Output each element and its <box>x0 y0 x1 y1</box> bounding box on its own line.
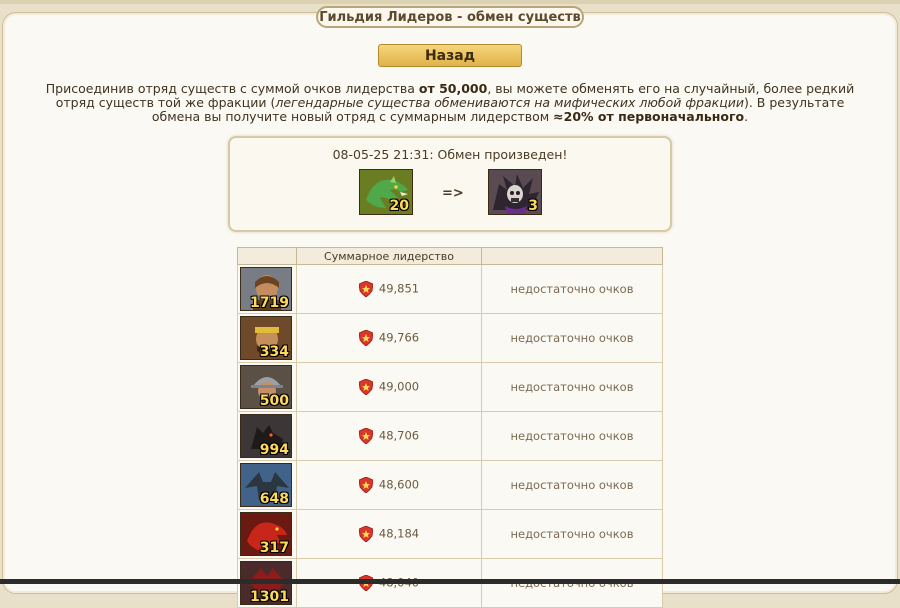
hellhound-unit-icon[interactable]: 994 <box>240 414 292 458</box>
page-title: Гильдия Лидеров - обмен существ <box>316 6 584 28</box>
description-bold-1: от 50,000 <box>418 81 488 96</box>
unit-cell: 648 <box>237 460 297 510</box>
leadership-shield-icon <box>358 428 373 444</box>
exchange-description: Присоединив отряд существ с суммой очков… <box>30 82 870 124</box>
unit-count: 994 <box>259 442 289 458</box>
unit-count: 334 <box>259 344 289 360</box>
description-italic: легендарные существа обмениваются на миф… <box>275 95 744 110</box>
footman-unit-icon[interactable]: 500 <box>240 365 292 409</box>
unit-cell: 500 <box>237 362 297 412</box>
leadership-cell: 48,600 <box>296 460 482 510</box>
exchange-result-text: 08-05-25 21:31: Обмен произведен! <box>332 147 568 162</box>
status-cell: недостаточно очков <box>481 509 663 559</box>
leadership-shield-icon <box>358 379 373 395</box>
status-cell: недостаточно очков <box>481 313 663 363</box>
status-cell: недостаточно очков <box>481 411 663 461</box>
gargoyle-unit-icon[interactable]: 648 <box>240 463 292 507</box>
table-row: 648 48,600 недостаточно очков <box>237 460 663 510</box>
table-row: 1719 49,851 недостаточно очков <box>237 264 663 314</box>
description-text-1: Присоединив отряд существ с суммой очков… <box>45 81 419 96</box>
leadership-cell: 48,706 <box>296 411 482 461</box>
header-status <box>481 247 663 265</box>
leadership-shield-icon <box>358 526 373 542</box>
exchange-result-box: 08-05-25 21:31: Обмен произведен! 20 => … <box>228 136 672 232</box>
status-cell: недостаточно очков <box>481 460 663 510</box>
green-dragon-icon[interactable]: 20 <box>359 169 413 215</box>
status-cell: недостаточно очков <box>481 362 663 412</box>
leadership-value: 49,766 <box>378 330 420 345</box>
units-table: Суммарное лидерство 1719 49,851 недостат… <box>237 247 663 608</box>
unit-count: 317 <box>259 540 289 556</box>
unit-count: 500 <box>259 393 289 409</box>
table-row: 500 49,000 недостаточно очков <box>237 362 663 412</box>
from-count: 20 <box>389 198 409 214</box>
bone-dragon-icon[interactable]: 3 <box>488 169 542 215</box>
unit-cell: 1719 <box>237 264 297 314</box>
leadership-cell: 49,851 <box>296 264 482 314</box>
to-count: 3 <box>528 198 538 214</box>
leadership-shield-icon <box>358 477 373 493</box>
red-dragon-unit-icon[interactable]: 317 <box>240 512 292 556</box>
table-row: 334 49,766 недостаточно очков <box>237 313 663 363</box>
unit-cell: 334 <box>237 313 297 363</box>
exchange-arrow: => <box>442 186 464 201</box>
description-text-4: . <box>744 109 749 124</box>
status-cell: недостаточно очков <box>481 264 663 314</box>
leadership-value: 49,000 <box>378 379 420 394</box>
unit-cell: 317 <box>237 509 297 559</box>
table-row: 994 48,706 недостаточно очков <box>237 411 663 461</box>
leadership-value: 48,184 <box>378 526 420 541</box>
leadership-value: 48,600 <box>378 477 420 492</box>
leadership-shield-icon <box>358 330 373 346</box>
unit-count: 1719 <box>250 295 289 311</box>
leadership-cell: 49,000 <box>296 362 482 412</box>
unit-count: 1301 <box>250 589 289 605</box>
table-header-row: Суммарное лидерство <box>237 247 663 265</box>
unit-cell: 994 <box>237 411 297 461</box>
back-button[interactable]: Назад <box>378 44 522 67</box>
unit-count: 648 <box>259 491 289 507</box>
brawler-unit-icon[interactable]: 334 <box>240 316 292 360</box>
leadership-value: 48,706 <box>378 428 420 443</box>
top-strip <box>0 0 900 4</box>
leadership-cell: 48,184 <box>296 509 482 559</box>
leadership-shield-icon <box>358 281 373 297</box>
leadership-cell: 49,766 <box>296 313 482 363</box>
peasant-unit-icon[interactable]: 1719 <box>240 267 292 311</box>
bottom-bar <box>0 579 900 584</box>
description-bold-2: ≈20% от первоначального <box>553 109 745 124</box>
leadership-value: 49,851 <box>378 281 420 296</box>
header-unit <box>237 247 297 265</box>
table-row: 317 48,184 недостаточно очков <box>237 509 663 559</box>
header-leadership: Суммарное лидерство <box>296 247 482 265</box>
